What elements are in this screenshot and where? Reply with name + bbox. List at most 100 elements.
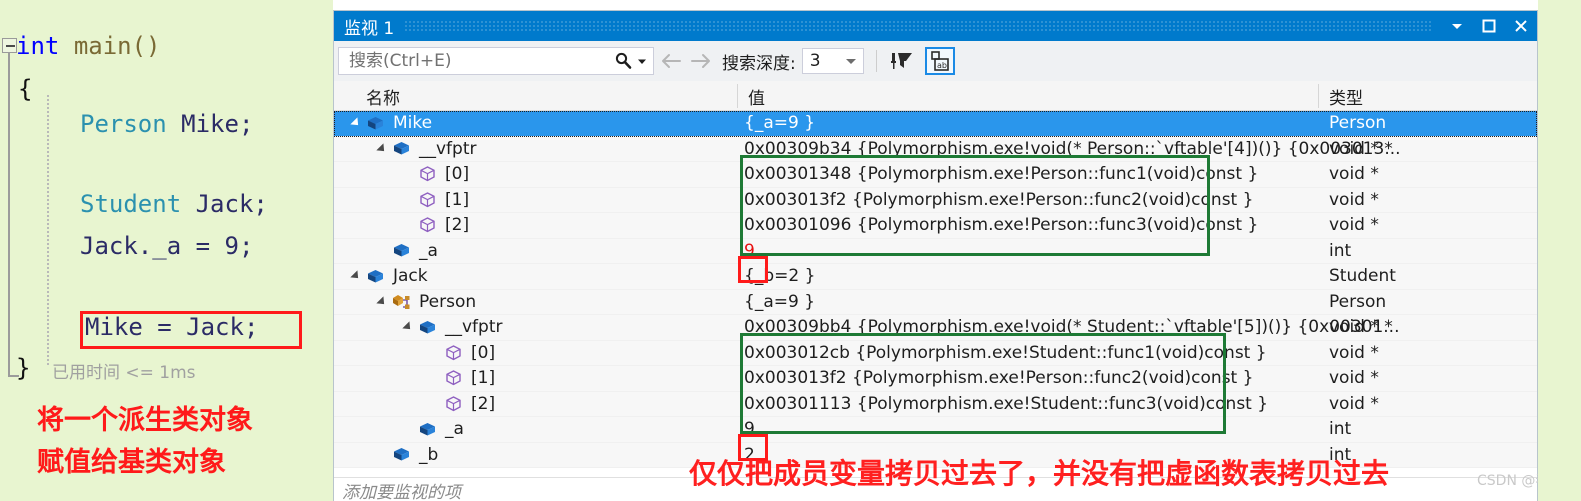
row-name-label: Person bbox=[419, 291, 477, 312]
row-value-cell[interactable]: 0x003012cb {Polymorphism.exe!Student::fu… bbox=[738, 341, 1267, 366]
object-cube-icon bbox=[364, 267, 386, 285]
expander-placeholder bbox=[426, 345, 442, 361]
row-name-label: [1] bbox=[445, 189, 470, 210]
expander-placeholder bbox=[400, 217, 416, 233]
row-name-label: [1] bbox=[471, 368, 496, 389]
indent-guide-line bbox=[47, 95, 49, 365]
object-cube-icon bbox=[390, 446, 412, 464]
code-line-open-brace: { bbox=[18, 75, 33, 103]
table-row[interactable]: [2] 0x00301113 {Polymorphism.exe!Student:… bbox=[334, 391, 1537, 417]
watch-window-title: 监视 1 bbox=[344, 18, 395, 39]
row-name-label: _a bbox=[445, 419, 464, 440]
search-box[interactable] bbox=[338, 47, 654, 75]
row-name-label: Jack bbox=[393, 266, 428, 287]
row-type-cell: void * * bbox=[1329, 138, 1393, 159]
expander-expanded-icon[interactable] bbox=[374, 294, 390, 310]
table-row[interactable]: [2] 0x00301096 {Polymorphism.exe!Person::… bbox=[334, 213, 1537, 239]
table-row[interactable]: _a 9 int bbox=[334, 238, 1537, 264]
row-name-cell: [0] bbox=[400, 162, 469, 187]
row-value-cell[interactable]: 9 bbox=[738, 239, 755, 264]
row-value-cell[interactable]: 9 bbox=[738, 417, 755, 442]
expander-placeholder bbox=[400, 421, 416, 437]
add-watch-placeholder: 添加要监视的项 bbox=[342, 482, 461, 501]
table-row[interactable]: Jack {_b=2 } Student bbox=[334, 264, 1537, 290]
code-annotation-line-1: 将一个派生类对象 bbox=[37, 405, 253, 436]
row-name-cell: Mike bbox=[348, 111, 432, 136]
row-value-cell[interactable]: {_b=2 } bbox=[738, 264, 815, 289]
row-value-cell[interactable]: 0x00301113 {Polymorphism.exe!Student::fu… bbox=[738, 392, 1268, 417]
row-name-cell: __vfptr bbox=[374, 137, 477, 162]
array-element-icon bbox=[416, 191, 438, 209]
chevron-down-icon[interactable] bbox=[635, 56, 649, 66]
expander-placeholder bbox=[374, 243, 390, 259]
search-back-button[interactable] bbox=[658, 47, 684, 75]
code-editor-pane: int main() { Person Mike; Student Jack; … bbox=[0, 0, 333, 501]
search-icon[interactable] bbox=[611, 49, 635, 73]
expander-expanded-icon[interactable] bbox=[374, 141, 390, 157]
column-header-type[interactable]: 类型 bbox=[1319, 81, 1363, 111]
background-right-strip bbox=[1538, 0, 1581, 501]
row-type-cell: void * bbox=[1329, 164, 1379, 185]
row-value-cell[interactable]: 0x003013f2 {Polymorphism.exe!Person::fun… bbox=[738, 188, 1253, 213]
row-name-label: [2] bbox=[471, 393, 496, 414]
code-line-student-jack: Student Jack; bbox=[80, 190, 268, 218]
watch-window: 监视 1 搜索(Ctrl+E) 搜索深度: 3 ab 名称 值 类型 Mike … bbox=[333, 10, 1538, 501]
titlebar-drag-handle[interactable] bbox=[404, 20, 1431, 32]
table-row[interactable]: [0] 0x00301348 {Polymorphism.exe!Person::… bbox=[334, 162, 1537, 188]
row-value-cell[interactable]: 0x003013f2 {Polymorphism.exe!Person::fun… bbox=[738, 366, 1253, 391]
row-value-cell[interactable]: 0x00309b34 {Polymorphism.exe!void(* Pers… bbox=[738, 137, 1401, 162]
row-type-cell: int bbox=[1329, 419, 1352, 440]
row-name-cell: Jack bbox=[348, 264, 428, 289]
table-row[interactable]: __vfptr 0x00309b34 {Polymorphism.exe!void… bbox=[334, 136, 1537, 162]
row-name-label: [0] bbox=[445, 164, 470, 185]
grid-header: 名称 值 类型 bbox=[334, 81, 1537, 111]
pin-filter-icon[interactable] bbox=[887, 47, 917, 75]
row-type-cell: Student bbox=[1329, 266, 1396, 287]
row-value-cell[interactable]: {_a=9 } bbox=[738, 290, 815, 315]
row-value-cell[interactable]: 0x00309bb4 {Polymorphism.exe!void(* Stud… bbox=[738, 315, 1399, 340]
row-type-cell: void * bbox=[1329, 189, 1379, 210]
expander-expanded-icon[interactable] bbox=[348, 268, 364, 284]
close-icon[interactable] bbox=[1505, 11, 1537, 41]
expander-expanded-icon[interactable] bbox=[348, 115, 364, 131]
row-value-cell[interactable]: {_a=9 } bbox=[738, 111, 815, 136]
code-line-close-brace: } bbox=[16, 354, 31, 382]
table-row[interactable]: [0] 0x003012cb {Polymorphism.exe!Student:… bbox=[334, 340, 1537, 366]
search-depth-select[interactable]: 3 bbox=[801, 48, 864, 74]
scope-guide-line bbox=[8, 52, 10, 377]
elapsed-time-label: 已用时间 <= 1ms bbox=[52, 363, 196, 383]
code-highlight-box bbox=[80, 311, 302, 349]
table-row[interactable]: __vfptr 0x00309bb4 {Polymorphism.exe!void… bbox=[334, 315, 1537, 341]
row-name-cell: __vfptr bbox=[400, 315, 503, 340]
row-name-cell: _a bbox=[374, 239, 438, 264]
search-forward-button[interactable] bbox=[688, 47, 714, 75]
row-name-label: __vfptr bbox=[445, 317, 503, 338]
column-header-name[interactable]: 名称 bbox=[356, 81, 400, 111]
search-input[interactable] bbox=[347, 50, 611, 72]
column-header-value[interactable]: 值 bbox=[738, 81, 765, 111]
array-element-icon bbox=[442, 369, 464, 387]
row-name-cell: [2] bbox=[400, 213, 469, 238]
watch-annotation: 仅仅把成员变量拷贝过去了，并没有把虚函数表拷贝过去 bbox=[689, 457, 1390, 490]
object-cube-icon bbox=[416, 318, 438, 336]
row-type-cell: int bbox=[1329, 240, 1352, 261]
table-row[interactable]: Person {_a=9 } Person bbox=[334, 289, 1537, 315]
table-row[interactable]: [1] 0x003013f2 {Polymorphism.exe!Person::… bbox=[334, 187, 1537, 213]
chevron-down-icon bbox=[845, 59, 856, 64]
row-name-label: __vfptr bbox=[419, 138, 477, 159]
search-depth-label: 搜索深度: bbox=[722, 53, 796, 74]
maximize-icon[interactable] bbox=[1473, 11, 1505, 41]
table-row[interactable]: _a 9 int bbox=[334, 417, 1537, 443]
row-name-cell: Person bbox=[374, 290, 476, 315]
row-type-cell: Person bbox=[1329, 291, 1387, 312]
collapse-outline-toggle[interactable] bbox=[2, 38, 17, 53]
expander-expanded-icon[interactable] bbox=[400, 319, 416, 335]
dropdown-icon[interactable] bbox=[1441, 11, 1473, 41]
row-value-cell[interactable]: 0x00301348 {Polymorphism.exe!Person::fun… bbox=[738, 162, 1258, 187]
table-row[interactable]: Mike {_a=9 } Person bbox=[334, 111, 1537, 137]
array-element-icon bbox=[442, 395, 464, 413]
row-value-cell[interactable]: 0x00301096 {Polymorphism.exe!Person::fun… bbox=[738, 213, 1258, 238]
row-type-cell: void * bbox=[1329, 342, 1379, 363]
table-row[interactable]: [1] 0x003013f2 {Polymorphism.exe!Person::… bbox=[334, 366, 1537, 392]
tab-selection-icon[interactable]: ab bbox=[924, 47, 955, 75]
